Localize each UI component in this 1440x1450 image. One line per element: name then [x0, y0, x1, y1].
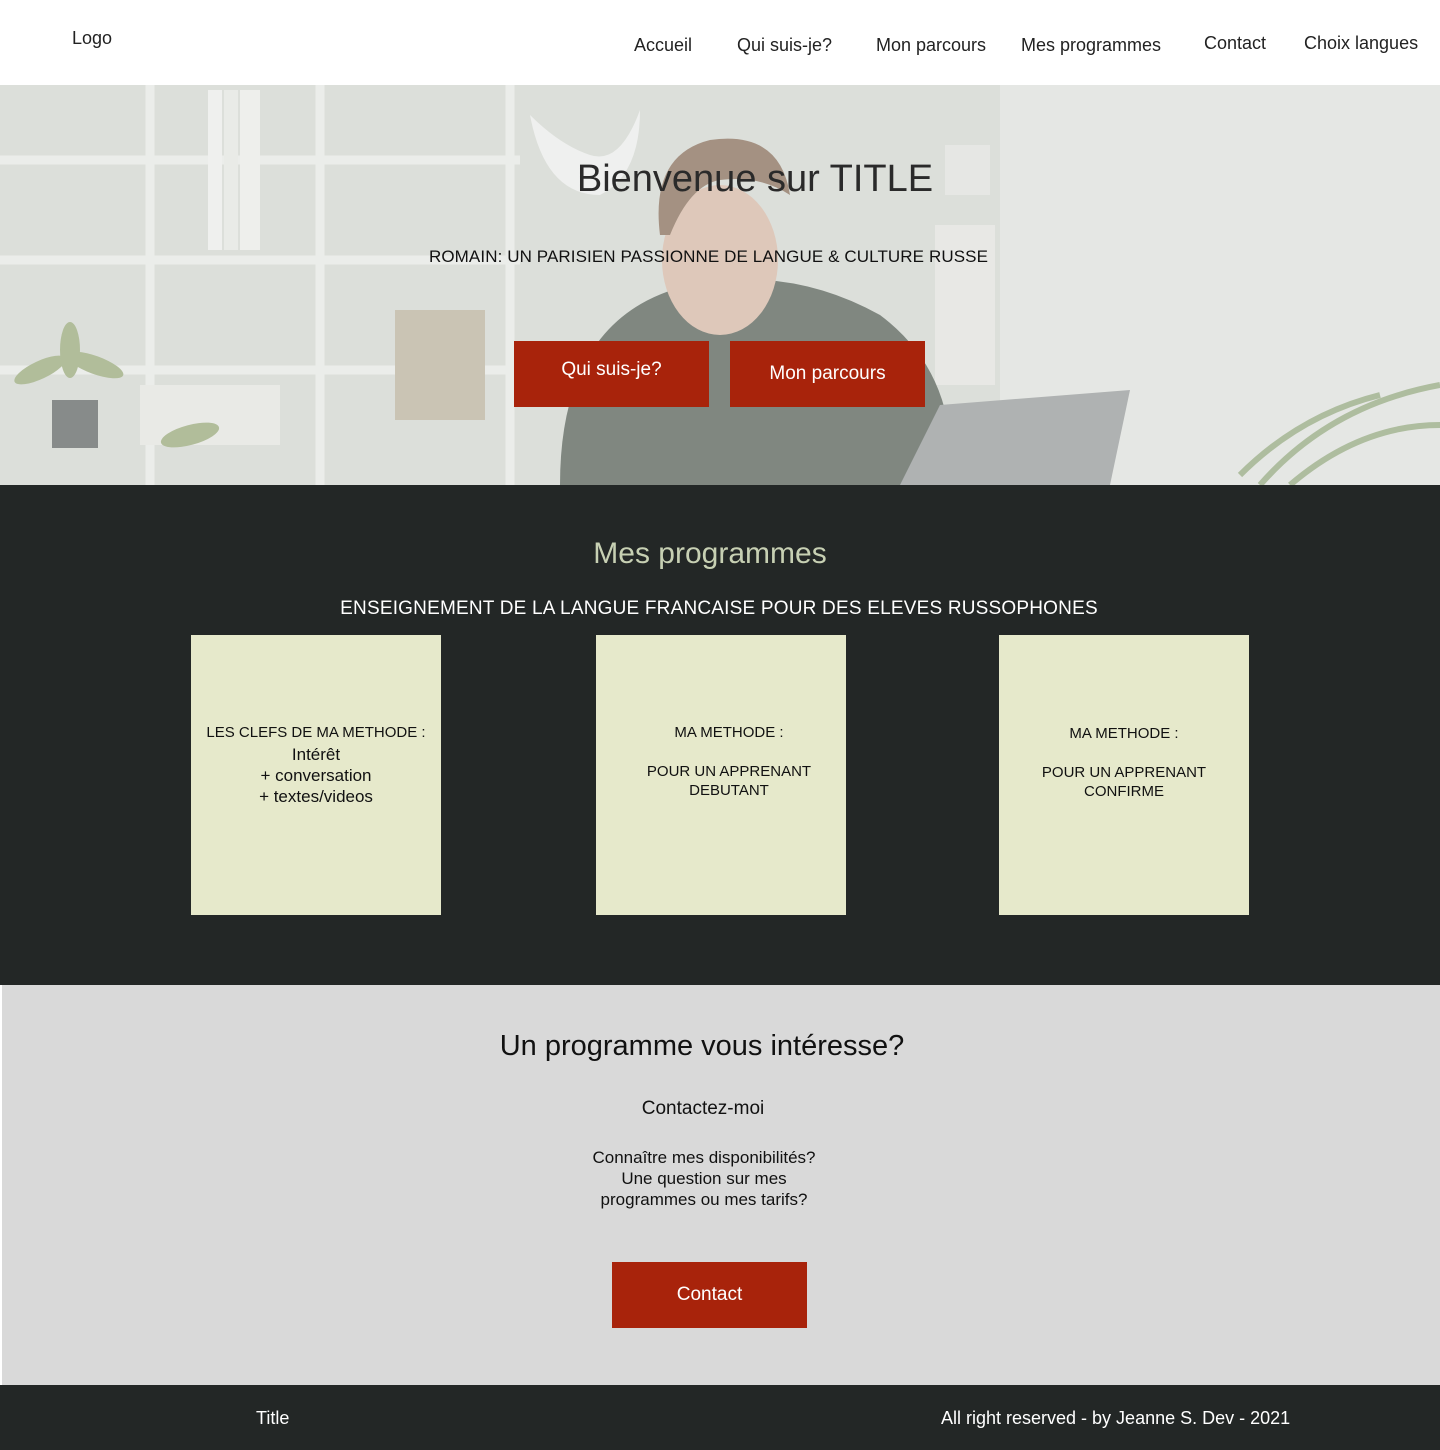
hero-title: Bienvenue sur TITLE [576, 158, 934, 200]
footer-copyright: All right reserved - by Jeanne S. Dev - … [941, 1408, 1291, 1428]
program-card-debutant[interactable]: MA METHODE : POUR UN APPRENANT DEBUTANT [596, 635, 846, 915]
mon-parcours-button[interactable]: Mon parcours [730, 341, 925, 407]
nav-item-accueil[interactable]: Accueil [634, 35, 692, 56]
contact-question-line: Une question sur mes [621, 1169, 787, 1188]
qui-suis-je-button-label: Qui suis-je? [561, 359, 662, 380]
contact-subtitle: Contactez-moi [641, 1098, 765, 1119]
hero-overlay [0, 85, 1440, 485]
site-header: Logo Accueil Qui suis-je? Mon parcours M… [0, 0, 1440, 85]
contact-section: Un programme vous intéresse? Contactez-m… [2, 985, 1440, 1385]
nav-item-mon-parcours[interactable]: Mon parcours [876, 35, 986, 56]
contact-title: Un programme vous intéresse? [499, 1030, 905, 1062]
programs-section: Mes programmes ENSEIGNEMENT DE LA LANGUE… [0, 485, 1440, 985]
hero-section: Bienvenue sur TITLE ROMAIN: UN PARISIEN … [0, 85, 1440, 485]
programs-subtitle: ENSEIGNEMENT DE LA LANGUE FRANCAISE POUR… [340, 598, 1098, 619]
program-card-line: POUR UN APPRENANT [1041, 764, 1207, 781]
program-card-confirme[interactable]: MA METHODE : POUR UN APPRENANT CONFIRME [999, 635, 1249, 915]
program-card-heading: MA METHODE : [1069, 725, 1179, 742]
program-card-body: POUR UN APPRENANT CONFIRME [999, 763, 1249, 801]
program-card-line: + conversation [260, 766, 372, 785]
contact-question-line: programmes ou mes tarifs? [600, 1190, 808, 1209]
nav-item-choix-langues[interactable]: Choix langues [1304, 33, 1418, 54]
nav-item-mes-programmes[interactable]: Mes programmes [1021, 35, 1161, 56]
program-card-line: DEBUTANT [689, 782, 769, 799]
contact-button[interactable]: Contact [612, 1262, 807, 1328]
program-card-heading: LES CLEFS DE MA METHODE : [206, 724, 426, 741]
program-card-body: POUR UN APPRENANT DEBUTANT [604, 762, 854, 800]
contact-question-line: Connaître mes disponibilités? [592, 1148, 816, 1167]
program-card-clefs[interactable]: LES CLEFS DE MA METHODE : Intérêt + conv… [191, 635, 441, 915]
hero-subtitle: ROMAIN: UN PARISIEN PASSIONNE DE LANGUE … [428, 247, 989, 266]
nav-item-contact[interactable]: Contact [1204, 33, 1266, 54]
program-card-line: CONFIRME [1084, 783, 1164, 800]
contact-button-label: Contact [676, 1284, 743, 1305]
program-card-line: Intérêt [291, 745, 341, 764]
programs-title: Mes programmes [593, 537, 827, 570]
nav-item-qui-suis-je[interactable]: Qui suis-je? [737, 35, 832, 56]
program-card-heading: MA METHODE : [674, 724, 784, 741]
program-card-line: + textes/videos [259, 787, 373, 806]
mon-parcours-button-label: Mon parcours [769, 363, 886, 384]
logo[interactable]: Logo [72, 28, 112, 49]
footer-title: Title [256, 1408, 290, 1428]
program-card-line: POUR UN APPRENANT [646, 763, 812, 780]
qui-suis-je-button[interactable]: Qui suis-je? [514, 341, 709, 407]
site-footer: Title All right reserved - by Jeanne S. … [0, 1385, 1440, 1450]
program-card-body: Intérêt + conversation + textes/videos [191, 744, 441, 807]
